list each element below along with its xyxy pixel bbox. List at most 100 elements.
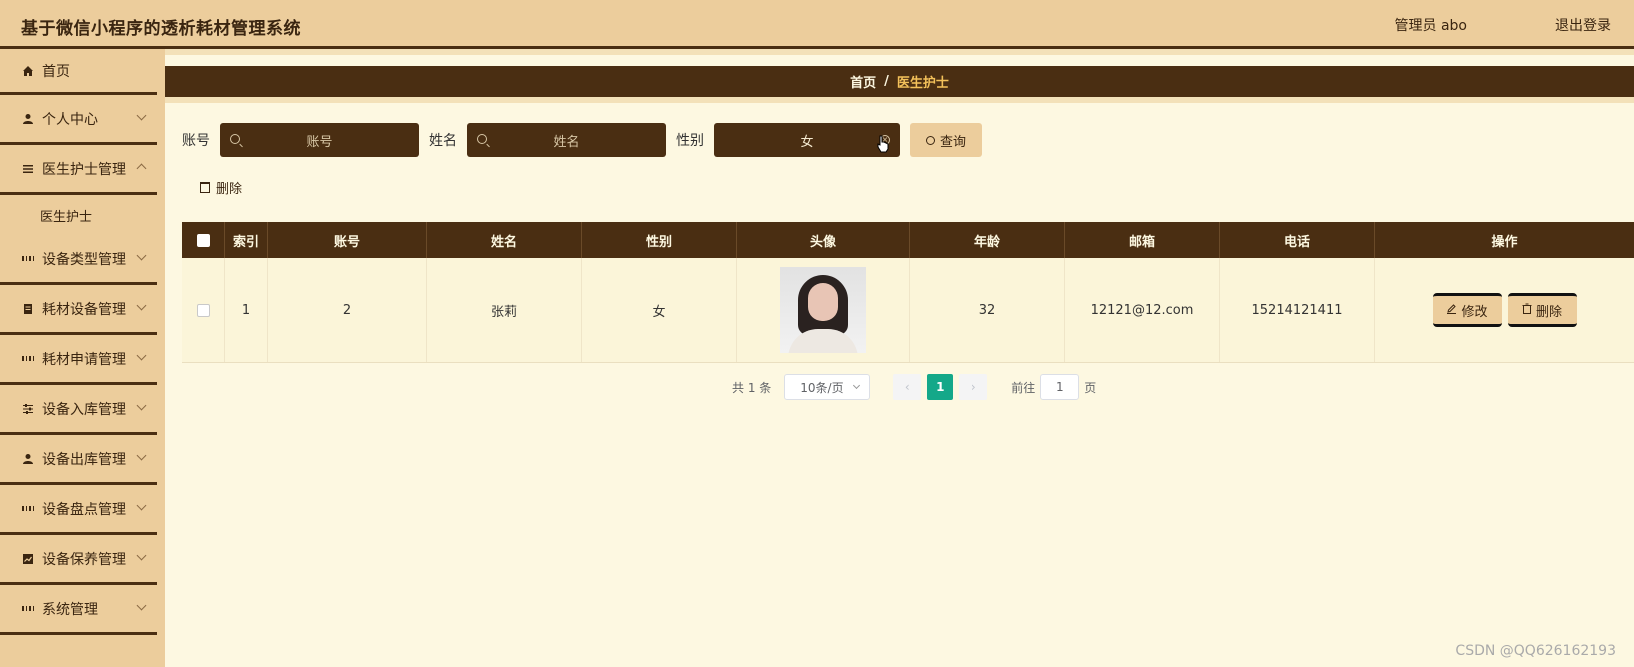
logout-link[interactable]: 退出登录 xyxy=(1555,15,1611,35)
edit-label: 修改 xyxy=(1461,304,1488,320)
column-header[interactable]: 性别 xyxy=(582,222,737,258)
column-header[interactable]: 年龄 xyxy=(910,222,1065,258)
sidebar-item-label: 医生护士管理 xyxy=(42,161,126,178)
cell-index: 1 xyxy=(225,258,268,362)
page-suffix: 页 xyxy=(1084,380,1097,395)
sidebar-item-doctor-nurse-management[interactable]: 医生护士管理 xyxy=(0,145,157,195)
column-header[interactable]: 电话 xyxy=(1220,222,1375,258)
name-label: 姓名 xyxy=(429,133,457,149)
gender-label: 性别 xyxy=(676,133,704,149)
user-icon xyxy=(22,453,34,465)
name-search-input[interactable]: 姓名 xyxy=(467,123,666,157)
divider xyxy=(165,49,1634,55)
sidebar-item-home[interactable]: 首页 xyxy=(0,49,157,95)
delete-button[interactable]: 删除 xyxy=(1507,293,1577,327)
chevron-down-icon xyxy=(136,300,147,311)
sidebar-item-label: 设备入库管理 xyxy=(42,401,126,418)
column-header[interactable]: 头像 xyxy=(737,222,910,258)
chevron-right-icon: › xyxy=(970,380,976,394)
column-header[interactable]: 索引 xyxy=(225,222,268,258)
app-title: 基于微信小程序的透析耗材管理系统 xyxy=(21,19,301,39)
row-checkbox[interactable] xyxy=(196,303,210,317)
delete-label: 删除 xyxy=(1535,304,1562,320)
home-icon xyxy=(22,65,34,77)
grid-icon xyxy=(22,603,34,615)
sidebar-item-device-inbound-management[interactable]: 设备入库管理 xyxy=(0,385,157,435)
cell-phone: 15214121411 xyxy=(1220,258,1375,362)
list-icon xyxy=(22,163,34,175)
gender-select[interactable]: 女 × xyxy=(714,123,900,157)
chevron-down-icon xyxy=(136,600,147,611)
chevron-down-icon xyxy=(853,381,861,390)
select-all-checkbox[interactable] xyxy=(196,233,210,247)
page-size-select[interactable]: 10条/页 xyxy=(784,374,871,400)
next-page-button[interactable]: › xyxy=(959,374,988,400)
cell-name: 张莉 xyxy=(427,258,582,362)
column-header[interactable]: 姓名 xyxy=(427,222,582,258)
sidebar-item-device-maintenance-management[interactable]: 设备保养管理 xyxy=(0,535,157,585)
account-search-input[interactable]: 账号 xyxy=(220,123,419,157)
account-label: 账号 xyxy=(182,133,210,149)
batch-delete-button[interactable]: 删除 xyxy=(200,178,242,197)
select-all-cell xyxy=(182,222,225,258)
sidebar-item-label: 设备类型管理 xyxy=(42,251,126,268)
cell-avatar xyxy=(737,258,910,362)
query-button[interactable]: 查询 xyxy=(910,123,982,157)
query-button-label: 查询 xyxy=(939,134,966,150)
cell-account: 2 xyxy=(268,258,427,362)
chevron-down-icon xyxy=(136,250,147,261)
goto-label: 前往 xyxy=(1011,380,1036,395)
prev-page-button[interactable]: ‹ xyxy=(893,374,922,400)
chevron-down-icon xyxy=(136,400,147,411)
avatar xyxy=(780,267,866,353)
goto-page-input[interactable] xyxy=(1040,374,1080,400)
trash-icon xyxy=(1522,303,1532,318)
chevron-down-icon xyxy=(136,550,147,561)
sidebar-item-device-inventory-management[interactable]: 设备盘点管理 xyxy=(0,485,157,535)
cell-actions: 修改 删除 xyxy=(1375,258,1634,362)
edit-icon xyxy=(1446,303,1457,318)
cell-email: 12121@12.com xyxy=(1065,258,1220,362)
trash-icon xyxy=(200,182,210,193)
edit-button[interactable]: 修改 xyxy=(1432,293,1502,327)
sidebar-item-consumable-request-management[interactable]: 耗材申请管理 xyxy=(0,335,157,385)
search-form: 账号 账号 姓名 姓名 性别 女 × 查询 xyxy=(182,123,982,157)
breadcrumb-separator: / xyxy=(884,74,889,89)
row-select-cell xyxy=(182,258,225,362)
column-header[interactable]: 邮箱 xyxy=(1065,222,1220,258)
name-placeholder: 姓名 xyxy=(553,134,580,150)
grid-icon xyxy=(22,503,34,515)
table-header: 索引 账号 姓名 性别 头像 年龄 邮箱 电话 操作 xyxy=(182,222,1634,258)
chevron-up-icon xyxy=(136,163,147,174)
top-header: 基于微信小程序的透析耗材管理系统 管理员 abo 退出登录 xyxy=(0,0,1634,49)
sidebar-item-label: 系统管理 xyxy=(42,601,98,618)
sidebar-item-device-outbound-management[interactable]: 设备出库管理 xyxy=(0,435,157,485)
breadcrumb-home[interactable]: 首页 xyxy=(850,72,876,91)
column-header[interactable]: 账号 xyxy=(268,222,427,258)
data-table: 索引 账号 姓名 性别 头像 年龄 邮箱 电话 操作 1 2 张莉 女 32 1 xyxy=(182,222,1634,363)
chevron-left-icon: ‹ xyxy=(904,380,910,394)
watermark: CSDN @QQ626162193 xyxy=(1455,643,1616,659)
sidebar-item-system-management[interactable]: 系统管理 xyxy=(0,585,157,635)
sidebar-item-device-type-management[interactable]: 设备类型管理 xyxy=(0,235,157,285)
page-number-button[interactable]: 1 xyxy=(927,374,954,400)
sidebar-item-label: 设备保养管理 xyxy=(42,551,126,568)
chevron-down-icon xyxy=(136,500,147,511)
batch-delete-label: 删除 xyxy=(216,182,243,197)
sidebar-item-label: 耗材申请管理 xyxy=(42,351,126,368)
sidebar-item-consumable-device-management[interactable]: 耗材设备管理 xyxy=(0,285,157,335)
sidebar-subitem-doctor-nurse[interactable]: 医生护士 xyxy=(0,195,157,235)
hand-cursor-icon xyxy=(877,135,889,153)
chevron-down-icon xyxy=(136,350,147,361)
grid-icon xyxy=(22,353,34,365)
search-icon xyxy=(477,134,487,144)
grid-icon xyxy=(22,253,34,265)
main-content: 首页 / 医生护士 账号 账号 姓名 姓名 性别 女 × 查询 删除 索引 账号… xyxy=(165,49,1634,667)
chevron-down-icon xyxy=(136,110,147,121)
sidebar: 首页 个人中心 医生护士管理 医生护士 设备类型管理 耗材设备管理 耗材申请管理 xyxy=(0,49,165,667)
account-placeholder: 账号 xyxy=(306,134,333,150)
divider xyxy=(165,97,1634,103)
search-icon xyxy=(230,134,240,144)
table-row[interactable]: 1 2 张莉 女 32 12121@12.com 15214121411 修改 xyxy=(182,258,1634,363)
sidebar-item-personal-center[interactable]: 个人中心 xyxy=(0,95,157,145)
